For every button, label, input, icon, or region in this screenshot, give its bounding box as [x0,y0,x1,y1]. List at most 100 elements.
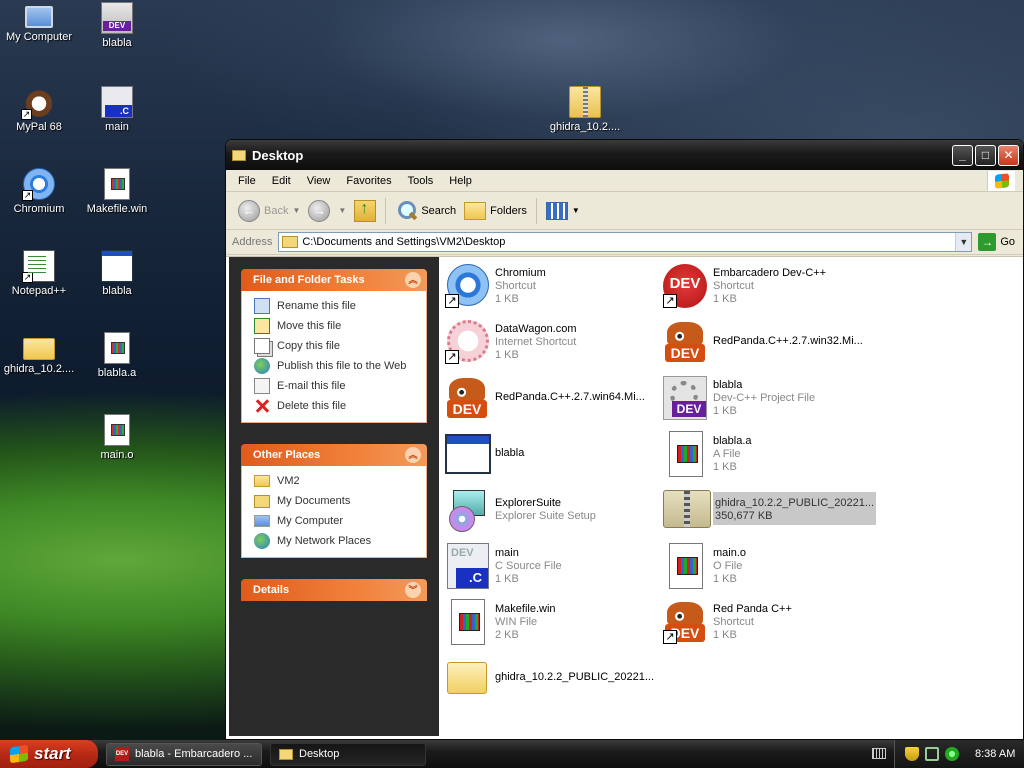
file-item[interactable]: ↗ DataWagon.com Internet Shortcut 1 KB [443,318,661,370]
other-places-header[interactable]: Other Places ︽ [241,444,427,466]
search-button[interactable]: Search [391,196,460,226]
file-item-selected[interactable]: ghidra_10.2.2_PUBLIC_20221... 350,677 KB [661,486,879,538]
menu-view[interactable]: View [299,175,339,187]
go-label: Go [1000,236,1015,248]
file-item[interactable]: ExplorerSuite Explorer Suite Setup [443,486,661,538]
task-email[interactable]: E-mail this file [254,376,418,396]
file-name: blabla [713,379,743,391]
window-titlebar[interactable]: Desktop _ □ ✕ [226,140,1023,170]
desktop-icon-mypal[interactable]: ↗ MyPal 68 [0,86,78,133]
dev-project-icon [661,374,709,422]
network-icon[interactable] [925,747,939,761]
file-item[interactable]: mainC Source File1 KB [443,542,661,594]
desktop-icon-my-computer[interactable]: My Computer [0,2,78,43]
file-item[interactable]: ↗ Red Panda C++Shortcut1 KB [661,598,879,650]
desktop-icon-label: blabla.a [97,367,137,379]
file-item[interactable]: RedPanda.C++.2.7.win64.Mi... [443,374,661,426]
up-folder-button[interactable] [350,196,380,226]
expand-icon[interactable]: ︾ [405,582,421,598]
place-my-computer[interactable]: My Computer [254,511,418,531]
file-item[interactable]: ghidra_10.2.2_PUBLIC_20221... [443,654,661,706]
file-item[interactable]: RedPanda.C++.2.7.win32.Mi... [661,318,879,370]
address-dropdown-button[interactable]: ▼ [955,233,972,251]
clock[interactable]: 8:38 AM [975,748,1015,760]
file-type: 350,677 KB [715,510,773,522]
security-shield-icon[interactable] [905,747,919,761]
file-folder-tasks-header[interactable]: File and Folder Tasks ︽ [241,269,427,291]
forward-button[interactable]: → ▼ [304,196,350,226]
file-item[interactable]: main.o O File 1 KB [661,542,879,594]
taskbar-button-devcpp[interactable]: DEV blabla - Embarcadero ... [106,742,262,766]
desktop-icon-chromium[interactable]: ↗ Chromium [0,168,78,215]
zip-icon [569,86,601,118]
taskbar-button-desktop[interactable]: Desktop [270,742,426,766]
desktop-icon-label: MyPal 68 [16,121,62,133]
task-publish[interactable]: Publish this file to the Web [254,356,418,376]
file-name: DataWagon.com [495,323,577,335]
views-button[interactable]: ▼ [542,196,584,226]
place-network[interactable]: My Network Places [254,531,418,551]
desktop-icon-blabla-a[interactable]: blabla.a [78,332,156,379]
setup-icon [443,486,491,534]
desktop-icon-notepadpp[interactable]: ↗ Notepad++ [0,250,78,297]
shortcut-arrow-icon: ↗ [663,294,677,308]
desktop-icon-ghidra-folder[interactable]: ghidra_10.2.... [0,332,78,375]
go-button[interactable]: → Go [972,233,1023,251]
collapse-icon[interactable]: ︽ [405,447,421,463]
menu-favorites[interactable]: Favorites [338,175,399,187]
file-size: 1 KB [713,461,737,473]
desktop-icon-main-o[interactable]: main.o [78,414,156,461]
minimize-button[interactable]: _ [952,144,973,166]
desktop-icon-label: blabla [102,37,132,49]
taskbar-button-label: Desktop [299,748,340,760]
menu-edit[interactable]: Edit [264,175,299,187]
menu-bar: File Edit View Favorites Tools Help [226,170,1023,192]
file-name: Chromium [495,267,546,279]
document-icon [661,430,709,478]
window-app-icon [101,250,133,282]
details-header[interactable]: Details ︾ [241,579,427,601]
folders-button[interactable]: Folders [460,196,531,226]
shortcut-arrow-icon: ↗ [22,272,33,283]
close-button[interactable]: ✕ [998,144,1019,166]
file-item[interactable]: DEV ↗ Embarcadero Dev-C++ Shortcut 1 KB [661,262,879,314]
c-source-icon [101,86,133,118]
collapse-icon[interactable]: ︽ [405,272,421,288]
desktop-icon-blabla-exe[interactable]: blabla [78,250,156,297]
menu-help[interactable]: Help [441,175,480,187]
menu-file[interactable]: File [230,175,264,187]
file-item[interactable]: blabla.a A File 1 KB [661,430,879,482]
task-label: Move this file [277,320,342,332]
safely-remove-icon[interactable] [945,747,959,761]
place-my-documents[interactable]: My Documents [254,491,418,511]
keyboard-icon[interactable] [872,748,886,759]
desktop-icon-main-c[interactable]: main [78,86,156,133]
file-size: 2 KB [495,629,519,641]
toolbar-separator [535,197,537,224]
desktop-icon-makefile[interactable]: Makefile.win [78,168,156,215]
file-item[interactable]: blablaDev-C++ Project File1 KB [661,374,879,426]
file-item[interactable]: blabla [443,430,661,482]
task-move[interactable]: Move this file [254,316,418,336]
start-button[interactable]: start [0,740,98,768]
system-tray: 8:38 AM [894,740,1024,768]
maximize-button[interactable]: □ [975,144,996,166]
go-arrow-icon: → [978,233,997,251]
views-icon [545,201,568,220]
file-item[interactable]: Makefile.win WIN File 2 KB [443,598,661,650]
details-panel: Details ︾ [241,579,427,601]
file-item[interactable]: ↗ Chromium Shortcut 1 KB [443,262,661,314]
desktop-icon-ghidra-zip[interactable]: ghidra_10.2.... [546,86,624,133]
address-input[interactable]: C:\Documents and Settings\VM2\Desktop ▼ [278,232,973,252]
menu-tools[interactable]: Tools [400,175,442,187]
task-delete[interactable]: Delete this file [254,396,418,416]
place-vm2[interactable]: VM2 [254,471,418,491]
desktop-icon-blabla-project[interactable]: blabla [78,2,156,49]
task-rename[interactable]: Rename this file [254,296,418,316]
task-copy[interactable]: Copy this file [254,336,418,356]
desktop-icon-label: Chromium [13,203,65,215]
file-type: Shortcut [713,616,754,628]
file-name: main [495,547,519,559]
folder-icon [232,149,246,161]
back-button[interactable]: ← Back ▼ [234,196,304,226]
